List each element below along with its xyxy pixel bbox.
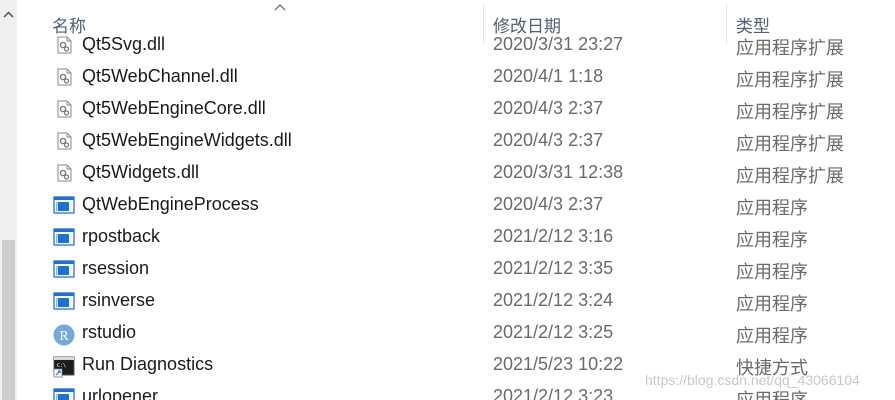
file-row[interactable]: rpostback 2021/2/12 3:16 应用程序: [17, 221, 895, 253]
file-date: 2021/2/12 3:23: [493, 386, 614, 400]
dll-icon: [53, 164, 75, 182]
dll-icon: [53, 36, 75, 54]
file-date: 2020/4/3 2:37: [493, 194, 604, 214]
file-type: 应用程序: [736, 326, 808, 346]
file-name: Qt5WebEngineWidgets.dll: [82, 130, 292, 150]
dll-icon: [53, 100, 75, 118]
file-name: Qt5Widgets.dll: [82, 162, 200, 182]
exe-icon: [53, 228, 75, 246]
sort-ascending-icon: [274, 4, 286, 11]
file-row[interactable]: rsinverse 2021/2/12 3:24 应用程序: [17, 285, 895, 317]
exe-icon: [53, 292, 75, 310]
file-date: 2020/4/3 2:37: [493, 98, 604, 118]
file-type: 应用程序扩展: [736, 166, 844, 186]
dll-icon: [53, 132, 75, 150]
file-date: 2021/2/12 3:24: [493, 290, 614, 310]
file-date: 2021/2/12 3:25: [493, 322, 614, 342]
file-name: Qt5Svg.dll: [82, 36, 166, 54]
vertical-scrollbar[interactable]: [0, 0, 17, 400]
file-row[interactable]: Qt5WebEngineWidgets.dll 2020/4/3 2:37 应用程序…: [17, 125, 895, 157]
file-type: 应用程序: [736, 294, 808, 314]
file-row[interactable]: Rrstudio 2021/2/12 3:25 应用程序: [17, 317, 895, 349]
file-type: 应用程序: [736, 198, 808, 218]
file-name: rsession: [82, 258, 150, 278]
file-type: 应用程序: [736, 262, 808, 282]
file-type: 应用程序扩展: [736, 102, 844, 122]
type-column-header[interactable]: 类型: [736, 12, 770, 37]
svg-text:C:\: C:\: [57, 363, 66, 369]
file-name: rsinverse: [82, 290, 156, 310]
file-type: 应用程序扩展: [736, 70, 844, 90]
file-name: rpostback: [82, 226, 161, 246]
svg-text:R: R: [59, 329, 69, 344]
file-date: 2020/4/1 1:18: [493, 66, 604, 86]
scrollbar-thumb[interactable]: [2, 240, 15, 400]
file-date: 2021/2/12 3:16: [493, 226, 614, 246]
scroll-up-icon[interactable]: [0, 6, 17, 24]
file-type: 应用程序: [736, 390, 808, 400]
file-name: rstudio: [82, 322, 137, 342]
dll-icon: [53, 68, 75, 86]
file-type: 应用程序扩展: [736, 134, 844, 154]
file-row[interactable]: QtWebEngineProcess 2020/4/3 2:37 应用程序: [17, 189, 895, 221]
watermark-text: https://blog.csdn.net/qq_43066104: [645, 372, 860, 388]
file-name: QtWebEngineProcess: [82, 194, 259, 214]
file-row[interactable]: rsession 2021/2/12 3:35 应用程序: [17, 253, 895, 285]
file-date: 2021/5/23 10:22: [493, 354, 624, 374]
file-type: 应用程序: [736, 230, 808, 250]
name-column-header[interactable]: 名称: [52, 12, 86, 37]
file-date: 2020/3/31 23:27: [493, 36, 624, 54]
file-name: Qt5WebChannel.dll: [82, 66, 238, 86]
file-list: Qt5Svg.dll 2020/3/31 23:27 应用程序扩展 Qt5WebCha…: [17, 36, 895, 400]
file-name: Run Diagnostics: [82, 354, 214, 374]
file-date: 2020/4/3 2:37: [493, 130, 604, 150]
file-type: 应用程序扩展: [736, 38, 844, 58]
shortcut-icon: C:\: [53, 356, 75, 378]
file-row[interactable]: Qt5WebEngineCore.dll 2020/4/3 2:37 应用程序扩展: [17, 93, 895, 125]
file-row[interactable]: Qt5WebChannel.dll 2020/4/1 1:18 应用程序扩展: [17, 61, 895, 93]
file-date: 2021/2/12 3:35: [493, 258, 614, 278]
exe-icon: [53, 388, 75, 400]
exe-icon: [53, 196, 75, 214]
file-name: urlopener: [82, 386, 159, 400]
file-row[interactable]: Qt5Svg.dll 2020/3/31 23:27 应用程序扩展: [17, 36, 895, 61]
exe-icon: [53, 260, 75, 278]
file-name: Qt5WebEngineCore.dll: [82, 98, 266, 118]
rstudio-icon: R: [53, 324, 75, 346]
date-column-header[interactable]: 修改日期: [493, 12, 561, 37]
file-row[interactable]: Qt5Widgets.dll 2020/3/31 12:38 应用程序扩展: [17, 157, 895, 189]
file-date: 2020/3/31 12:38: [493, 162, 624, 182]
